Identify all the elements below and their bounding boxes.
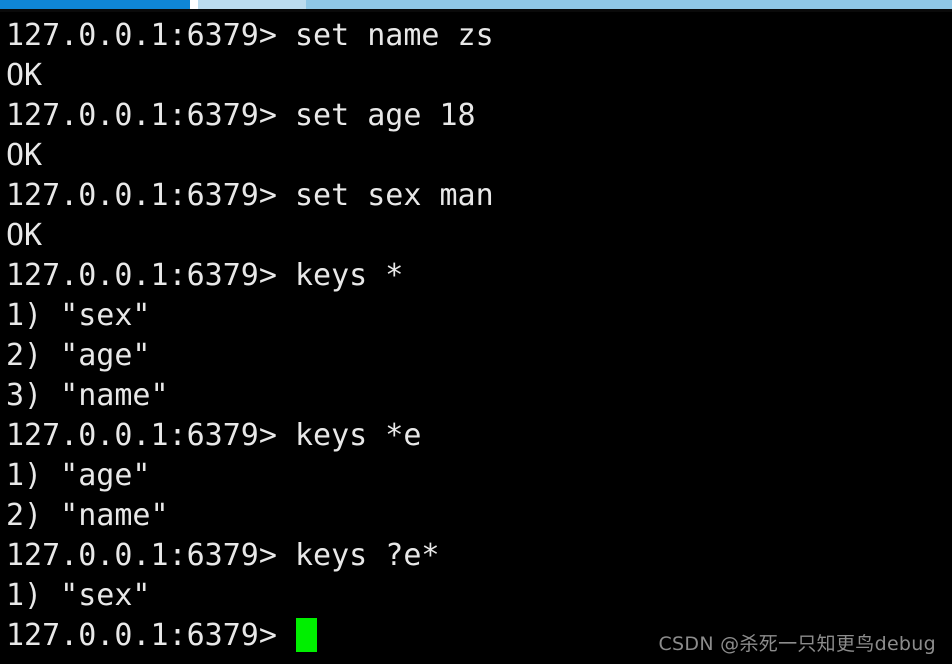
progress-bar-fill	[0, 0, 190, 9]
terminal-line: OK	[6, 218, 43, 253]
screenshot-root: 127.0.0.1:6379> set name zs OK 127.0.0.1…	[0, 0, 952, 664]
redis-cli-terminal[interactable]: 127.0.0.1:6379> set name zs OK 127.0.0.1…	[0, 12, 952, 664]
terminal-line: 3) "name"	[6, 378, 169, 413]
terminal-line: 1) "sex"	[6, 578, 151, 613]
csdn-watermark: CSDN @杀死一只知更鸟debug	[658, 633, 936, 655]
terminal-line: 1) "age"	[6, 458, 151, 493]
terminal-line: 1) "sex"	[6, 298, 151, 333]
terminal-line: 127.0.0.1:6379> set sex man	[6, 178, 494, 213]
terminal-line: 2) "name"	[6, 498, 169, 533]
progress-bar-track-mid	[198, 0, 306, 9]
terminal-line: 127.0.0.1:6379> keys ?e*	[6, 538, 440, 573]
terminal-line: OK	[6, 58, 43, 93]
terminal-line: 127.0.0.1:6379> keys *	[6, 258, 404, 293]
page-load-progress-bar	[0, 0, 952, 9]
terminal-line: 127.0.0.1:6379> set age 18	[6, 98, 476, 133]
progress-bar-gap	[190, 0, 198, 9]
progress-bar-track-tail	[306, 0, 952, 9]
terminal-prompt-text: 127.0.0.1:6379>	[6, 618, 295, 653]
terminal-line: OK	[6, 138, 43, 173]
terminal-line: 127.0.0.1:6379> keys *e	[6, 418, 422, 453]
terminal-line: 2) "age"	[6, 338, 151, 373]
terminal-line: 127.0.0.1:6379> set name zs	[6, 18, 494, 53]
terminal-cursor	[295, 618, 317, 652]
